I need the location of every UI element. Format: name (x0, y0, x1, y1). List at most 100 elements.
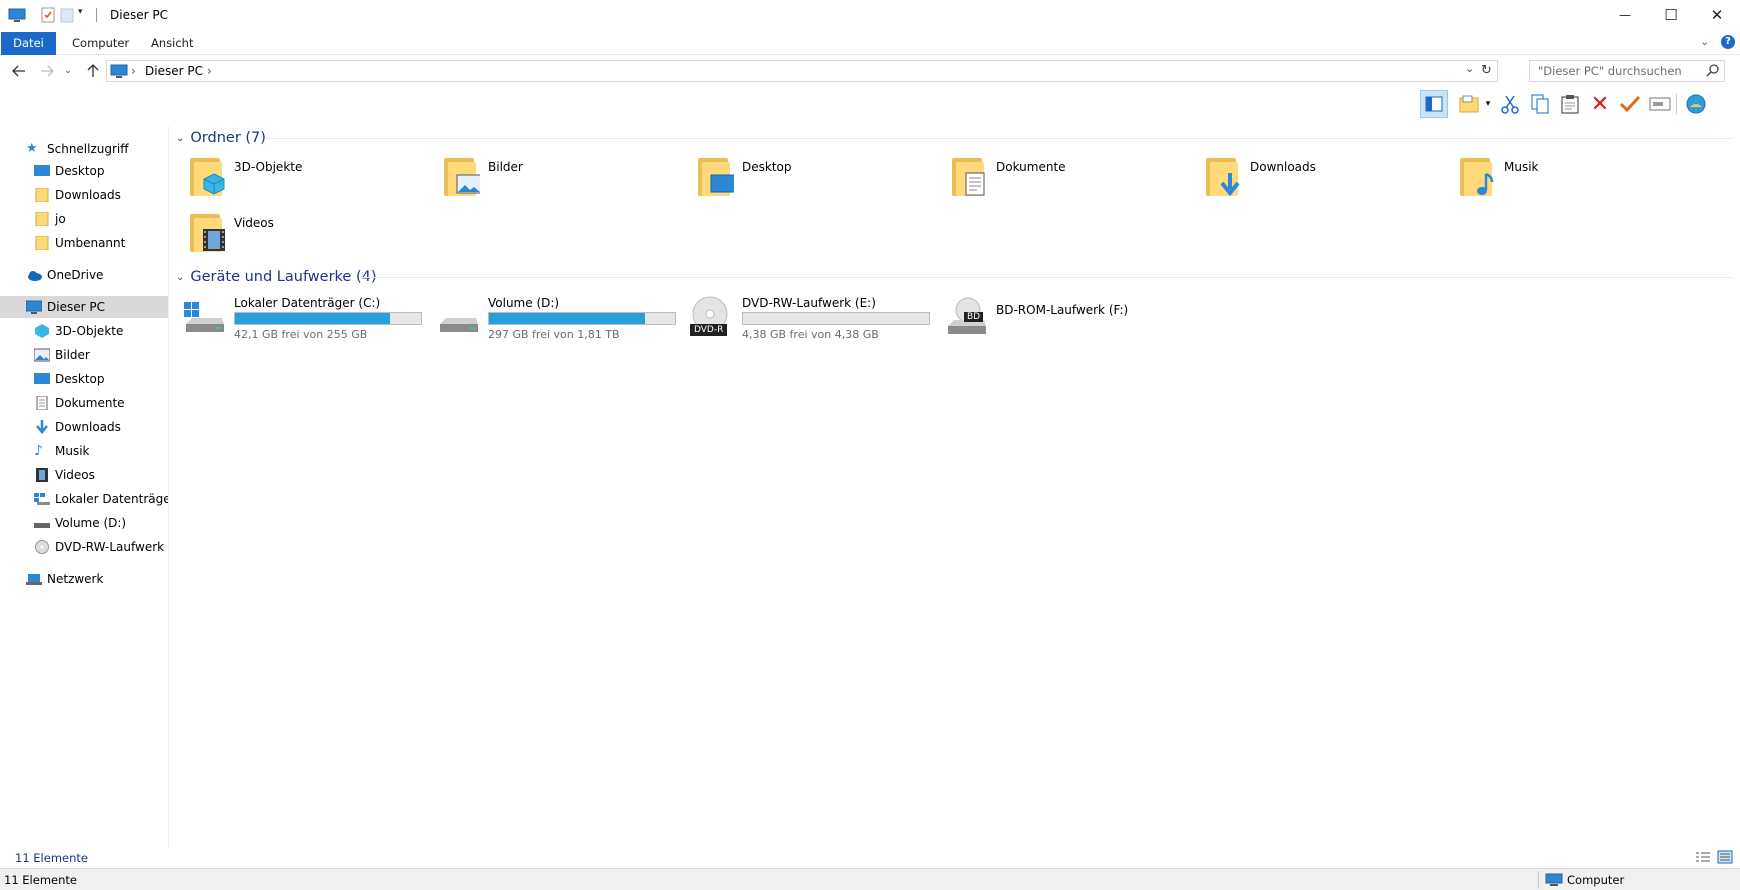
drive-f[interactable]: BD BD-ROM-Laufwerk (F:) (944, 296, 1194, 352)
close-button[interactable]: ✕ (1694, 0, 1740, 30)
search-icon[interactable] (1706, 63, 1720, 80)
nav-item-downloads[interactable]: Downloads (0, 184, 168, 206)
nav-item-label: Bilder (55, 348, 90, 362)
windows-drive-icon (34, 492, 50, 506)
tab-ansicht[interactable]: Ansicht (139, 32, 205, 55)
nav-item-label: Lokaler Datenträger (C (55, 492, 168, 506)
nav-item-jo[interactable]: jo (0, 208, 168, 230)
folder-icon (34, 211, 50, 227)
maximize-button[interactable]: ☐ (1648, 0, 1694, 30)
search-box[interactable]: "Dieser PC" durchsuchen (1529, 60, 1725, 82)
folder-label: Videos (234, 216, 274, 230)
nav-item-drive-d[interactable]: Volume (D:) (0, 512, 168, 534)
checkmark-icon[interactable] (1616, 90, 1644, 118)
help-icon[interactable]: ? (1721, 35, 1735, 49)
group-divider (360, 277, 1734, 278)
group-header-ordner[interactable]: ⌄ Ordner (7) (176, 128, 266, 148)
drive-e[interactable]: DVD-R DVD-RW-Laufwerk (E:) 4,38 GB frei … (690, 296, 940, 352)
rename-icon[interactable] (1646, 90, 1674, 118)
address-bar[interactable]: › Dieser PC › ⌄ ↻ (106, 60, 1498, 82)
title-bar: ▾ Dieser PC — ☐ ✕ (0, 0, 1740, 30)
breadcrumb-separator[interactable]: › (131, 64, 136, 78)
breadcrumb-dieser-pc[interactable]: Dieser PC (145, 64, 203, 78)
folder-downloads[interactable]: Downloads (1198, 152, 1448, 204)
folder-dokumente[interactable]: Dokumente (944, 152, 1194, 204)
window-title: Dieser PC (110, 8, 168, 22)
details-view-icon[interactable] (1695, 851, 1711, 868)
breadcrumb-separator[interactable]: › (207, 64, 212, 78)
search-input[interactable]: "Dieser PC" durchsuchen (1538, 64, 1682, 78)
title-separator (96, 8, 97, 22)
disc-icon (34, 540, 50, 554)
folder-icon (34, 187, 50, 203)
tab-computer[interactable]: Computer (60, 32, 141, 55)
paste-icon[interactable] (1556, 90, 1584, 118)
nav-item-bilder[interactable]: Bilder (0, 344, 168, 366)
nav-item-drive-e[interactable]: DVD-RW-Laufwerk (E (0, 536, 168, 558)
forward-button[interactable] (36, 60, 58, 82)
new-folder-dropdown-icon[interactable]: ▾ (1482, 90, 1494, 118)
computer-icon (25, 300, 43, 314)
documents-icon (952, 156, 986, 196)
nav-item-label: jo (55, 212, 66, 226)
expand-ribbon-icon[interactable]: ⌄ (1700, 35, 1709, 48)
new-folder-quick-icon[interactable] (60, 7, 74, 23)
nav-item-label: Umbenannt (55, 236, 126, 250)
drive-c[interactable]: Lokaler Datenträger (C:) 42,1 GB frei vo… (182, 296, 432, 352)
folder-label: Desktop (742, 160, 792, 174)
folder-3d-objekte[interactable]: 3D-Objekte (182, 152, 432, 204)
recent-locations-button[interactable]: ⌄ (62, 60, 74, 82)
preview-pane-icon[interactable] (1420, 90, 1448, 118)
cut-icon[interactable] (1496, 90, 1524, 118)
nav-item-drive-c[interactable]: Lokaler Datenträger (C (0, 488, 168, 510)
location-indicator: Computer (1545, 873, 1624, 887)
cloud-icon (26, 268, 42, 282)
nav-item-downloads-pc[interactable]: Downloads (0, 416, 168, 438)
customize-quick-access-icon[interactable]: ▾ (78, 7, 88, 23)
folder-label: Dokumente (996, 160, 1066, 174)
chevron-down-icon[interactable]: ⌄ (176, 133, 184, 144)
copy-icon[interactable] (1526, 90, 1554, 118)
nav-item-musik[interactable]: ♪ Musik (0, 440, 168, 462)
folder-musik[interactable]: Musik (1452, 152, 1702, 204)
up-button[interactable] (82, 60, 104, 82)
nav-item-onedrive[interactable]: OneDrive (0, 264, 168, 286)
nav-item-dokumente[interactable]: Dokumente (0, 392, 168, 414)
desktop-icon (34, 164, 50, 178)
group-header-geraete[interactable]: ⌄ Geräte und Laufwerke (4) (176, 267, 377, 287)
nav-item-desktop[interactable]: Desktop (0, 160, 168, 182)
delete-icon[interactable]: ✕ (1586, 90, 1614, 118)
nav-item-netzwerk[interactable]: Netzwerk (0, 568, 168, 590)
globe-icon[interactable] (1682, 90, 1710, 118)
window-status-bar: 11 Elemente Computer (0, 868, 1740, 890)
drive-usage-bar (234, 312, 422, 325)
folder-bilder[interactable]: Bilder (436, 152, 686, 204)
drive-usage-bar (742, 312, 930, 325)
status-separator (1538, 871, 1539, 889)
nav-item-3d-objekte[interactable]: 3D-Objekte (0, 320, 168, 342)
properties-icon[interactable] (40, 7, 56, 23)
nav-item-label: Videos (55, 468, 95, 482)
folder-desktop[interactable]: Desktop (690, 152, 940, 204)
computer-icon (110, 63, 128, 82)
large-icons-view-icon[interactable] (1717, 850, 1733, 867)
drive-usage-bar (488, 312, 676, 325)
nav-item-desktop-pc[interactable]: Desktop (0, 368, 168, 390)
refresh-icon[interactable]: ↻ (1481, 63, 1492, 78)
tab-datei[interactable]: Datei (1, 32, 56, 55)
nav-item-label: Musik (55, 444, 90, 458)
nav-item-videos[interactable]: Videos (0, 464, 168, 486)
chevron-down-icon[interactable]: ⌄ (176, 272, 184, 283)
nav-item-label: Downloads (55, 188, 121, 202)
drive-d[interactable]: Volume (D:) 297 GB frei von 1,81 TB (436, 296, 686, 352)
folder-videos[interactable]: Videos (182, 208, 432, 260)
nav-item-dieser-pc[interactable]: Dieser PC (0, 296, 168, 318)
nav-item-quick-access[interactable]: ★ Schnellzugriff (0, 138, 168, 160)
minimize-button[interactable]: — (1602, 0, 1648, 30)
address-dropdown-icon[interactable]: ⌄ (1465, 62, 1474, 75)
drive-icon (440, 318, 478, 332)
new-folder-icon[interactable] (1456, 90, 1484, 118)
back-button[interactable] (8, 60, 30, 82)
nav-item-umbenannt[interactable]: Umbenannt (0, 232, 168, 254)
computer-icon (8, 7, 26, 23)
